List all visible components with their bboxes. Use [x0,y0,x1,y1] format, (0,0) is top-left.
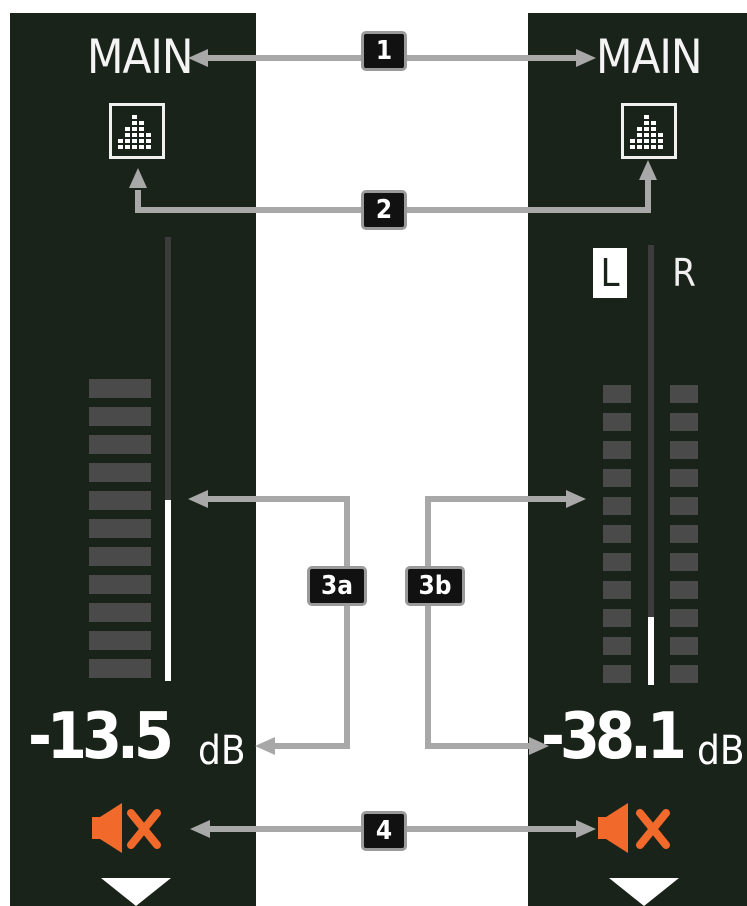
right-mute-icon[interactable] [598,803,670,853]
right-triangle-down-icon[interactable] [609,878,679,906]
right-level-meter-l [603,385,631,683]
left-level-meter [89,379,151,678]
callout-2: 2 [361,190,407,230]
right-level-meter-r [670,385,698,683]
callout-1: 1 [361,31,407,71]
callout-4: 4 [361,811,407,851]
right-fader-level [648,617,654,685]
diagram-stage: MAIN MAIN L R -13.5 dB -38.1 dB 1 2 3a 3… [0,0,747,906]
left-fader-level [165,500,171,681]
left-db-unit: dB [198,728,246,774]
right-db-unit: dB [697,728,745,774]
left-mute-icon[interactable] [92,803,161,853]
left-triangle-down-icon[interactable] [101,878,171,906]
callout-3b: 3b [405,566,465,606]
left-db-value: -13.5 [28,700,174,774]
right-db-value: -38.1 [541,700,687,774]
callout-3a: 3a [307,566,367,606]
